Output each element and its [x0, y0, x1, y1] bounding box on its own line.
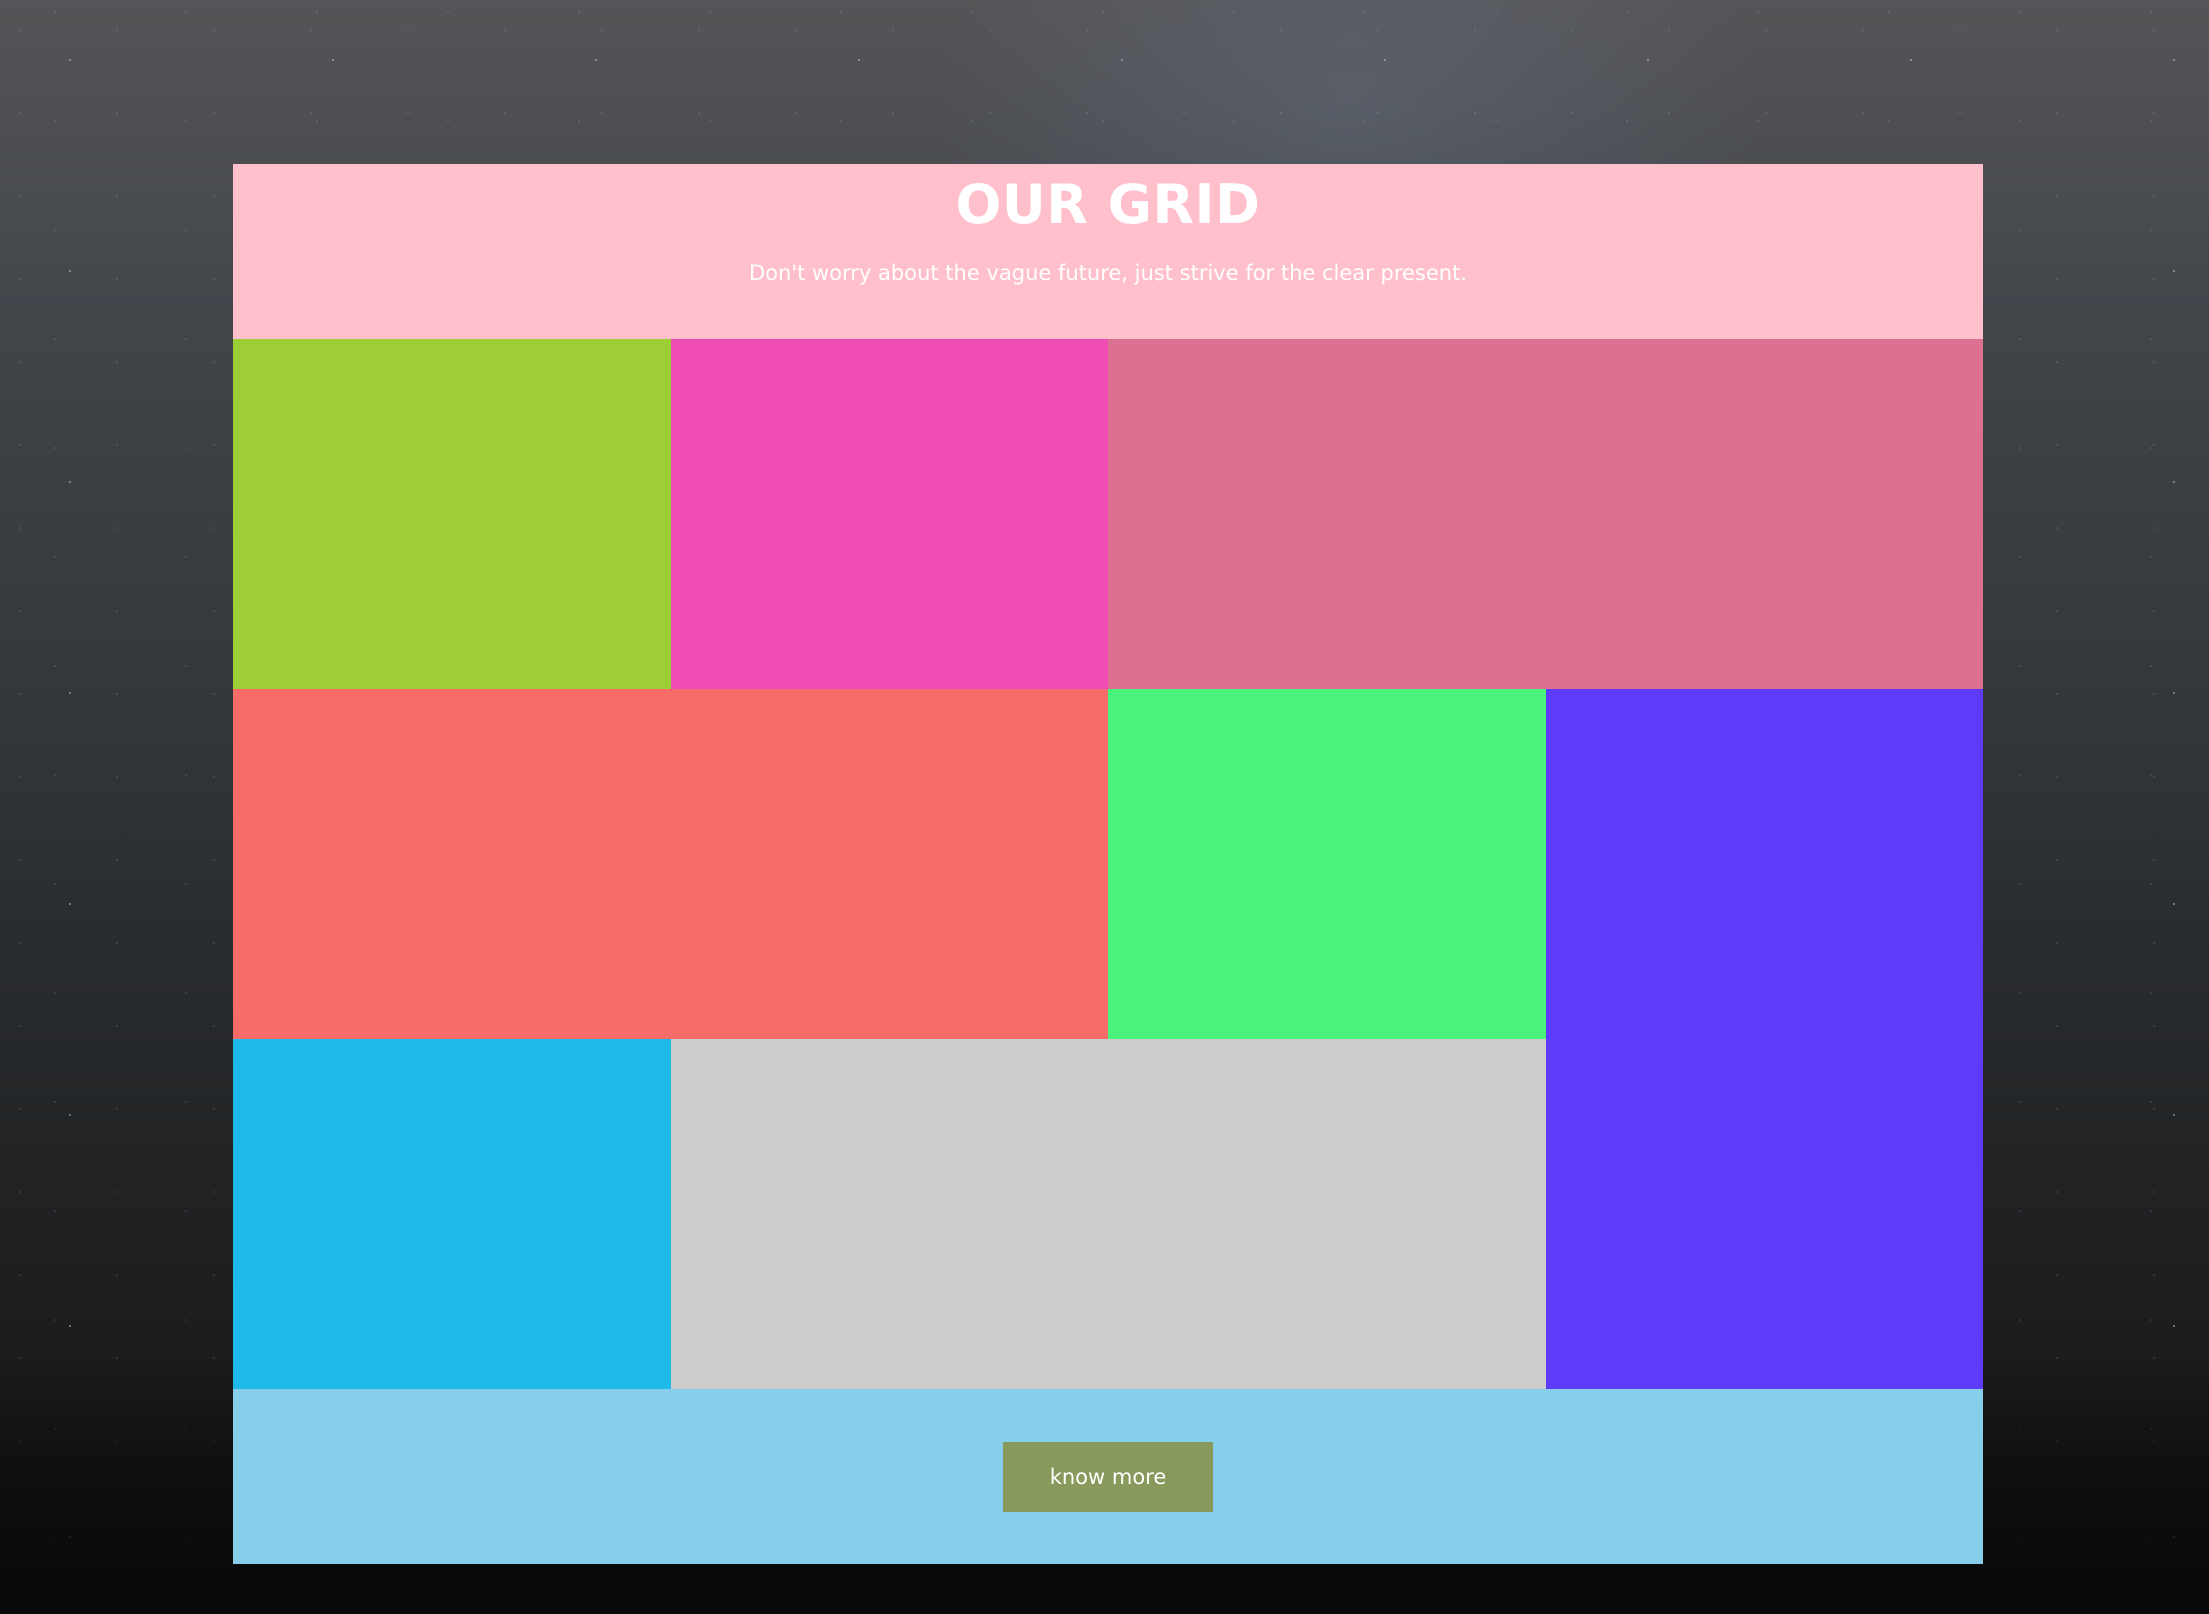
grid-tile-coral [233, 689, 1108, 1039]
page-footer: know more [233, 1389, 1983, 1564]
grid-tile-magenta [670, 339, 1108, 689]
color-grid [233, 339, 1983, 1389]
grid-tile-sky-blue [233, 1039, 671, 1389]
grid-tile-rose [1108, 339, 1983, 689]
page-subtitle: Don't worry about the vague future, just… [749, 261, 1467, 285]
grid-tile-green [233, 339, 671, 689]
page-title: OUR GRID [955, 173, 1261, 236]
know-more-button[interactable]: know more [1003, 1442, 1213, 1512]
grid-container: OUR GRID Don't worry about the vague fut… [233, 164, 1983, 1564]
grid-tile-mint [1108, 689, 1546, 1039]
grid-tile-gray [670, 1039, 1546, 1389]
page-header: OUR GRID Don't worry about the vague fut… [233, 164, 1983, 339]
grid-tile-violet [1545, 689, 1983, 1389]
